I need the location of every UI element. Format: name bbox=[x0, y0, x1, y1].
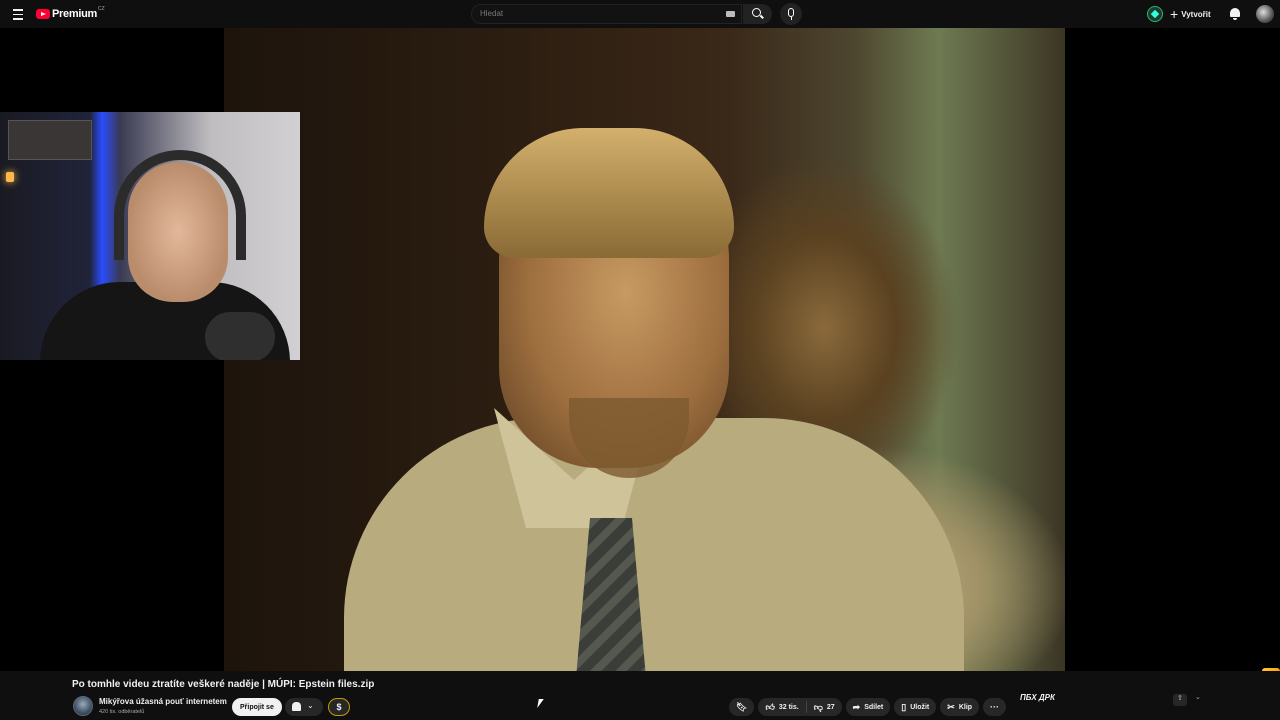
logo-text: Premium bbox=[52, 8, 97, 20]
share-label: Sdílet bbox=[864, 703, 884, 711]
mouse-cursor-icon bbox=[537, 699, 544, 708]
youtube-premium-logo[interactable]: Premium CZ bbox=[36, 6, 105, 21]
save-button[interactable]: ▯ Uložit bbox=[894, 698, 937, 716]
like-button[interactable]: 👍︎ 32 tis. bbox=[758, 698, 805, 716]
plus-icon: + bbox=[1170, 6, 1179, 22]
sidebar-upload-button[interactable]: ⇧ bbox=[1173, 694, 1187, 706]
microphone bbox=[205, 312, 275, 360]
search-button[interactable] bbox=[743, 4, 772, 24]
bell-icon bbox=[292, 702, 301, 711]
create-button[interactable]: + Vytvořit bbox=[1170, 6, 1211, 22]
like-count: 32 tis. bbox=[778, 703, 799, 711]
share-icon: ➦ bbox=[852, 701, 861, 712]
video-player[interactable] bbox=[0, 28, 1280, 682]
search-input[interactable]: Hledat bbox=[471, 4, 742, 24]
thumbs-down-icon: 👎︎ bbox=[813, 701, 823, 712]
voice-search-button[interactable] bbox=[780, 3, 802, 25]
headphones bbox=[114, 150, 246, 260]
thanks-button[interactable]: $ bbox=[328, 698, 350, 716]
join-button[interactable]: Připojit se bbox=[232, 698, 282, 716]
share-button[interactable]: ➦ Sdílet bbox=[845, 698, 891, 716]
notifications-button[interactable] bbox=[1228, 6, 1242, 22]
keyboard-icon[interactable] bbox=[726, 11, 735, 17]
youtube-play-icon bbox=[36, 9, 50, 19]
bookmark-button[interactable]: 🔖︎ bbox=[729, 698, 755, 716]
menu-button[interactable] bbox=[9, 6, 27, 22]
channel-name[interactable]: Mikýřova úžasná pouť internetem bbox=[99, 697, 227, 706]
clip-button[interactable]: ✂ Klip bbox=[940, 698, 980, 716]
top-bar: Premium CZ Hledat + Vytvořit bbox=[0, 0, 1280, 28]
dislike-button[interactable]: 👎︎ 27 bbox=[807, 698, 842, 716]
video-info: Po tomhle videu ztratíte veškeré naděje … bbox=[0, 671, 1280, 720]
create-label: Vytvořit bbox=[1181, 9, 1211, 19]
subscription-bell-button[interactable]: ⌄ bbox=[285, 698, 323, 716]
thumbs-up-icon: 👍︎ bbox=[765, 701, 775, 712]
more-actions-button[interactable]: ··· bbox=[983, 698, 1007, 716]
webcam-overlay bbox=[0, 112, 300, 360]
save-icon: ▯ bbox=[901, 701, 907, 712]
action-bar: 🔖︎ 👍︎ 32 tis. 👎︎ 27 ➦ Sdílet ▯ Uložit ✂ … bbox=[729, 698, 1007, 716]
scissors-icon: ✂ bbox=[947, 701, 955, 712]
sidebar-channel-logo[interactable]: ПБХ ДРК bbox=[1020, 693, 1055, 702]
video-frame[interactable] bbox=[224, 28, 1065, 671]
chevron-down-icon: ⌄ bbox=[307, 701, 314, 710]
account-avatar[interactable] bbox=[1256, 5, 1274, 23]
chevron-down-icon[interactable]: ⌄ bbox=[1195, 693, 1201, 701]
subscriber-count: 420 tis. odběratelů bbox=[99, 709, 145, 715]
bell-icon bbox=[1230, 8, 1240, 17]
more-icon: ··· bbox=[990, 701, 1000, 712]
search-placeholder: Hledat bbox=[480, 9, 504, 18]
mic-icon bbox=[788, 8, 794, 17]
logo-country-code: CZ bbox=[97, 6, 105, 12]
like-dislike-group: 👍︎ 32 tis. 👎︎ 27 bbox=[758, 698, 842, 716]
save-label: Uložit bbox=[910, 703, 930, 711]
bookmark-icon: 🔖︎ bbox=[736, 701, 748, 712]
extension-icon[interactable] bbox=[1147, 6, 1163, 22]
clip-label: Klip bbox=[958, 703, 973, 711]
channel-avatar[interactable] bbox=[73, 696, 93, 716]
video-title: Po tomhle videu ztratíte veškeré naděje … bbox=[72, 679, 375, 690]
dislike-count: 27 bbox=[826, 703, 835, 711]
